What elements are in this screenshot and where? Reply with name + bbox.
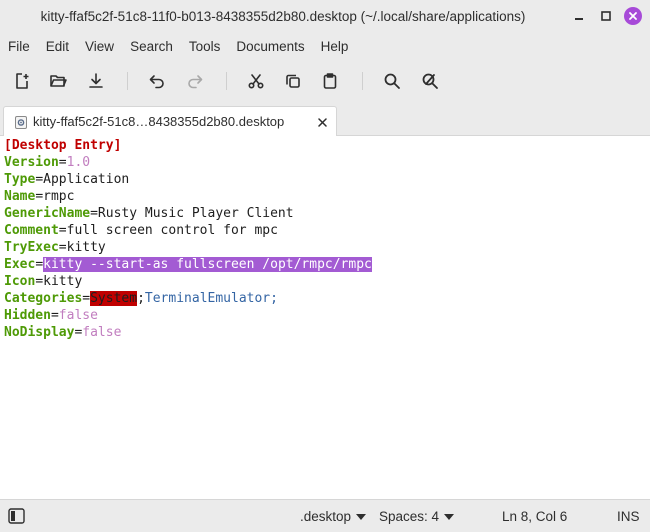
editor-line: Hidden=false — [4, 308, 98, 323]
editor-line: Categories=System;TerminalEmulator; — [4, 291, 278, 306]
minimize-icon — [575, 18, 583, 20]
editor-line: Type=Application — [4, 172, 130, 187]
editor-line: GenericName=Rusty Music Player Client — [4, 206, 294, 221]
tab-label: kitty-ffaf5c2f-51c8…8438355d2b80.desktop — [33, 114, 285, 129]
editor-line: NoDisplay=false — [4, 325, 122, 340]
find-replace-button[interactable] — [418, 69, 442, 93]
menu-bar: File Edit View Search Tools Documents He… — [0, 33, 650, 60]
redo-button[interactable] — [183, 69, 207, 93]
menu-tools[interactable]: Tools — [189, 39, 221, 54]
tab-bar: kitty-ffaf5c2f-51c8…8438355d2b80.desktop — [0, 102, 650, 137]
editor-line: Version=1.0 — [4, 155, 91, 170]
chevron-down-icon — [356, 514, 367, 521]
find-replace-icon — [422, 73, 438, 89]
chevron-down-icon — [444, 514, 455, 521]
menu-file[interactable]: File — [8, 39, 30, 54]
copy-icon — [286, 74, 300, 88]
entry-value: full screen control for mpc — [66, 223, 278, 238]
error-highlight: System — [90, 291, 138, 306]
clipboard-icon — [323, 73, 337, 89]
minimize-button[interactable] — [570, 7, 588, 25]
toolbar-separator — [127, 72, 128, 90]
entry-key: Version — [4, 155, 59, 170]
menu-view[interactable]: View — [85, 39, 114, 54]
entry-key: Icon — [4, 274, 36, 289]
editor-line: TryExec=kitty — [4, 240, 106, 255]
editor-line: Icon=kitty — [4, 274, 83, 289]
tab-width-label: Spaces: 4 — [379, 509, 440, 524]
close-window-button[interactable] — [624, 7, 642, 25]
entry-key: Categories — [4, 291, 83, 306]
text-editor[interactable]: [Desktop Entry] Version=1.0 Type=Applica… — [0, 136, 650, 499]
entry-value: TerminalEmulator — [144, 291, 271, 306]
side-panel-icon — [8, 508, 25, 524]
entry-key: Exec — [4, 257, 36, 272]
undo-button[interactable] — [145, 69, 169, 93]
search-icon — [384, 73, 400, 89]
folder-open-icon — [50, 75, 67, 87]
copy-button[interactable] — [281, 69, 305, 93]
menu-edit[interactable]: Edit — [46, 39, 69, 54]
entry-value: kitty — [43, 274, 83, 289]
entry-separator: ; — [137, 291, 145, 306]
language-label: .desktop — [300, 509, 352, 524]
insert-mode: INS — [617, 509, 640, 524]
editor-line: Comment=full screen control for mpc — [4, 223, 278, 238]
selected-text: kitty --start-as fullscreen /opt/rmpc/rm… — [43, 257, 372, 272]
scissors-icon — [248, 74, 264, 89]
entry-value: kitty — [66, 240, 106, 255]
save-button[interactable] — [84, 69, 108, 93]
group-header: [Desktop Entry] — [4, 138, 122, 153]
side-panel-toggle[interactable] — [8, 508, 25, 524]
close-tab-button[interactable] — [315, 115, 329, 129]
language-selector[interactable]: .desktop — [300, 500, 367, 532]
entry-value: 1.0 — [66, 155, 91, 170]
close-icon — [317, 117, 327, 127]
toolbar-separator — [362, 72, 363, 90]
status-bar: .desktop Spaces: 4 Ln 8, Col 6 INS — [0, 499, 650, 532]
entry-value: false — [82, 325, 122, 340]
maximize-button[interactable] — [597, 7, 615, 25]
title-bar: kitty-ffaf5c2f-51c8-11f0-b013-8438355d2b… — [0, 0, 650, 33]
toolbar — [0, 60, 650, 102]
document-tab[interactable]: kitty-ffaf5c2f-51c8…8438355d2b80.desktop — [3, 106, 337, 137]
new-document-icon — [16, 73, 29, 89]
entry-value: Rusty Music Player Client — [97, 206, 294, 221]
entry-value: false — [58, 308, 98, 323]
entry-key: GenericName — [4, 206, 91, 221]
window-title: kitty-ffaf5c2f-51c8-11f0-b013-8438355d2b… — [40, 9, 526, 24]
settings-file-icon — [15, 116, 27, 129]
new-document-button[interactable] — [10, 69, 34, 93]
cut-button[interactable] — [244, 69, 268, 93]
entry-value: Application — [43, 172, 130, 187]
editor-line: [Desktop Entry] — [4, 137, 121, 154]
menu-documents[interactable]: Documents — [236, 39, 304, 54]
entry-key: Comment — [4, 223, 59, 238]
entry-key: Name — [4, 189, 36, 204]
entry-value: rmpc — [43, 189, 75, 204]
editor-line: Exec=kitty --start-as fullscreen /opt/rm… — [4, 257, 372, 272]
open-button[interactable] — [46, 69, 70, 93]
entry-key: Hidden — [4, 308, 51, 323]
editor-line: Name=rmpc — [4, 189, 75, 204]
entry-key: TryExec — [4, 240, 59, 255]
find-button[interactable] — [380, 69, 404, 93]
close-icon — [629, 12, 637, 20]
entry-separator: ; — [270, 291, 278, 306]
menu-help[interactable]: Help — [321, 39, 349, 54]
maximize-icon — [601, 11, 611, 21]
redo-icon — [188, 75, 203, 89]
cursor-position[interactable]: Ln 8, Col 6 — [502, 500, 567, 532]
entry-key: NoDisplay — [4, 325, 75, 340]
toolbar-separator — [226, 72, 227, 90]
menu-search[interactable]: Search — [130, 39, 173, 54]
tab-width-selector[interactable]: Spaces: 4 — [379, 500, 455, 532]
entry-key: Type — [4, 172, 36, 187]
paste-button[interactable] — [318, 69, 342, 93]
undo-icon — [149, 75, 164, 89]
download-icon — [89, 73, 103, 88]
